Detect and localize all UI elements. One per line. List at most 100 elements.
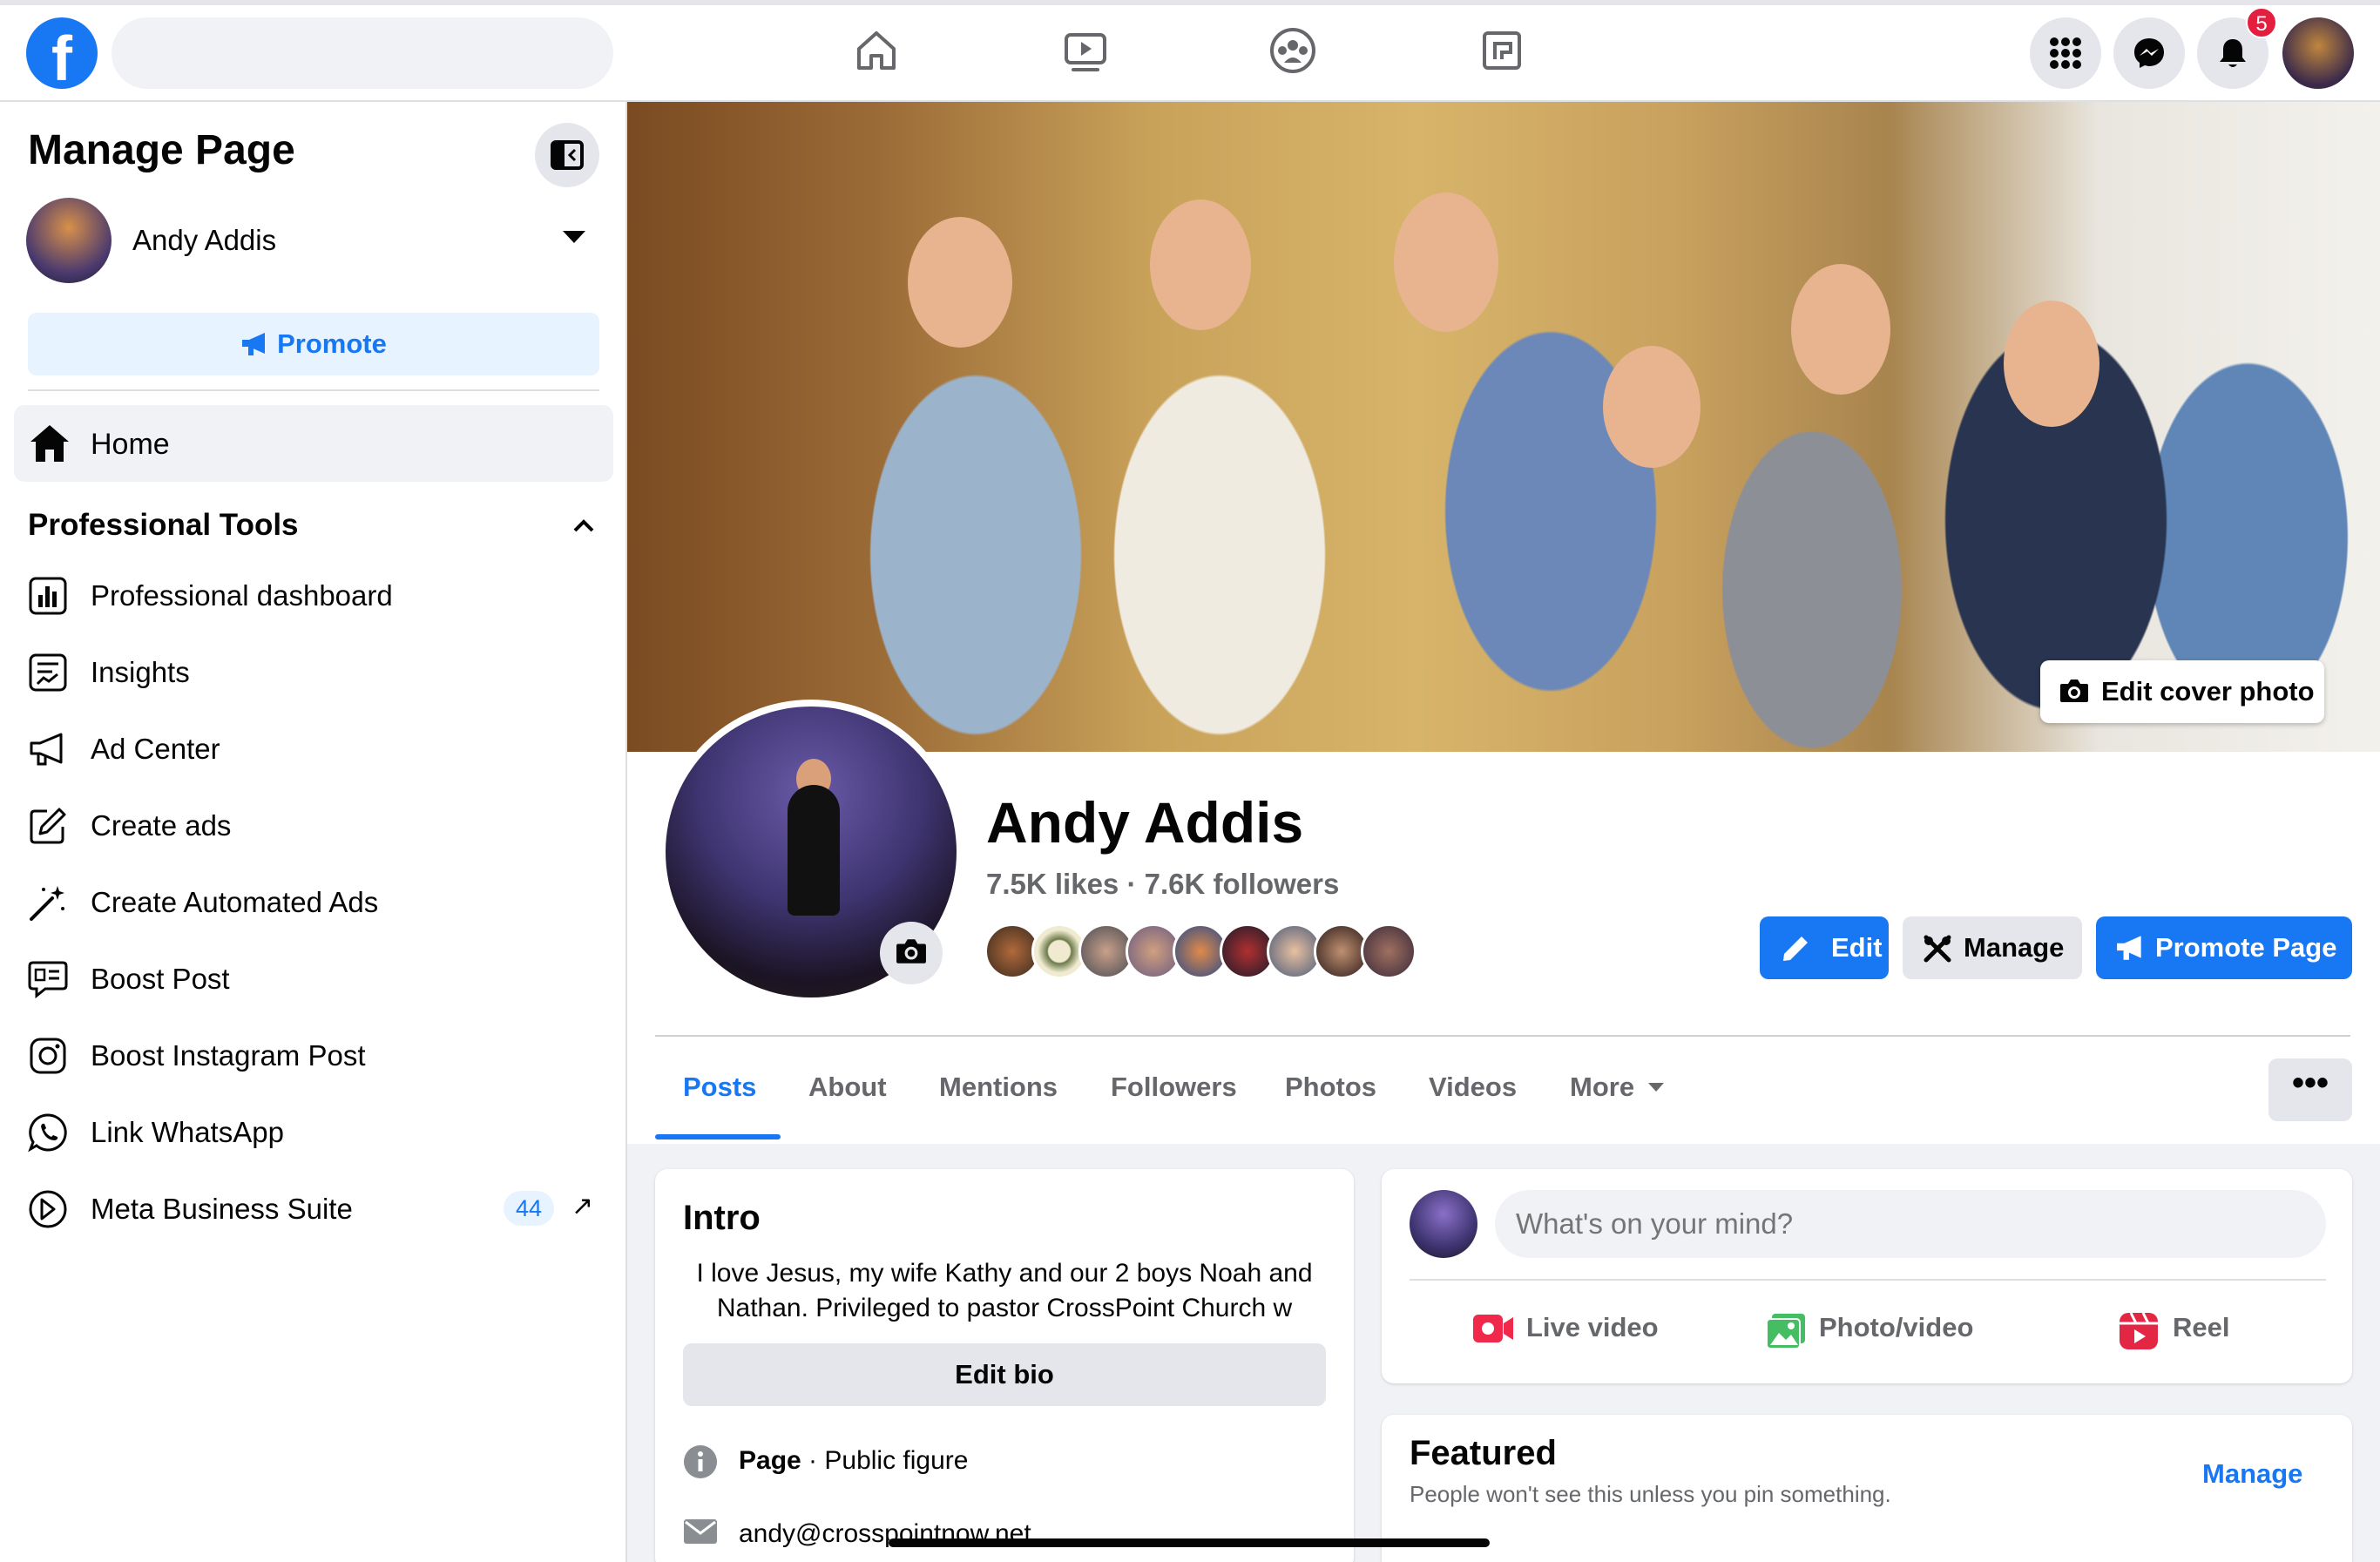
- edit-label: Edit: [1831, 932, 1883, 963]
- menu-button[interactable]: [2030, 17, 2101, 89]
- promote-label: Promote: [277, 328, 387, 359]
- featured-subtitle: People won't see this unless you pin som…: [1410, 1481, 1891, 1507]
- edit-page-button[interactable]: Edit: [1760, 916, 1889, 979]
- follower-avatars[interactable]: [984, 923, 1417, 979]
- cover-person-face: [1394, 193, 1498, 332]
- profile-name: Andy Addis: [986, 790, 1304, 855]
- post-composer: Live video Photo/video Reel: [1382, 1169, 2352, 1383]
- insights-icon: [29, 653, 67, 692]
- sidebar-item-link-whatsapp[interactable]: Link WhatsApp: [28, 1100, 603, 1163]
- boost-post-icon: [28, 961, 68, 999]
- sidebar-item-insights[interactable]: Insights: [28, 640, 603, 703]
- gaming-icon[interactable]: [1476, 24, 1528, 77]
- likes-count[interactable]: 7.5K likes: [986, 868, 1119, 900]
- update-profile-picture-button[interactable]: [880, 922, 943, 984]
- page-type-label: Page: [739, 1446, 801, 1475]
- edit-cover-photo-button[interactable]: Edit cover photo: [2040, 660, 2324, 723]
- featured-card: Featured People won't see this unless yo…: [1382, 1415, 2352, 1562]
- live-video-icon: [1473, 1315, 1513, 1342]
- home-icon[interactable]: [850, 24, 903, 77]
- composer-avatar[interactable]: [1410, 1190, 1477, 1258]
- caret-down-icon: [563, 231, 585, 243]
- page-switcher[interactable]: Andy Addis: [26, 198, 601, 285]
- sidebar-item-meta-business-suite[interactable]: Meta Business Suite 44 ↗: [28, 1177, 603, 1240]
- facebook-logo[interactable]: f: [26, 17, 98, 89]
- sidebar-item-ad-center[interactable]: Ad Center: [28, 717, 603, 780]
- live-video-button[interactable]: Live video: [1472, 1300, 1681, 1356]
- tab-followers[interactable]: Followers: [1111, 1072, 1237, 1103]
- sidebar-item-create-automated-ads[interactable]: Create Automated Ads: [28, 870, 603, 933]
- photo-icon: [1766, 1314, 1805, 1349]
- video-icon[interactable]: [1059, 24, 1112, 77]
- messenger-button[interactable]: [2113, 17, 2185, 89]
- tab-more[interactable]: More: [1570, 1072, 1634, 1103]
- tab-mentions[interactable]: Mentions: [939, 1072, 1058, 1103]
- tab-posts[interactable]: Posts: [683, 1072, 756, 1103]
- sidebar-item-professional-dashboard[interactable]: Professional dashboard: [28, 564, 603, 626]
- whats-on-your-mind-input[interactable]: [1495, 1190, 2326, 1258]
- followers-count[interactable]: 7.6K followers: [1145, 868, 1340, 900]
- reel-label: Reel: [2173, 1312, 2230, 1342]
- manage-page-button[interactable]: Manage: [1903, 916, 2082, 979]
- photo-video-button[interactable]: Photo/video: [1765, 1300, 1991, 1356]
- sidebar-item-create-ads[interactable]: Create ads: [28, 794, 603, 856]
- messenger-icon: [2134, 38, 2164, 68]
- profile-person-body: [788, 785, 840, 916]
- page-switcher-name: Andy Addis: [132, 224, 277, 256]
- cover-person-face: [1150, 199, 1251, 330]
- whatsapp-icon: [28, 1113, 67, 1153]
- intro-title: Intro: [683, 1199, 761, 1237]
- sidebar-item-boost-post[interactable]: Boost Post: [28, 947, 603, 1010]
- groups-icon[interactable]: [1267, 24, 1319, 77]
- featured-manage-link[interactable]: Manage: [2202, 1458, 2302, 1490]
- external-link-icon[interactable]: ↗: [571, 1191, 593, 1221]
- cover-photo: [627, 102, 2380, 752]
- sidebar-divider: [28, 389, 599, 391]
- tools-icon: [1924, 935, 1951, 963]
- more-options-button[interactable]: •••: [2268, 1058, 2352, 1121]
- collapse-sidebar-button[interactable]: [535, 123, 599, 187]
- search-input[interactable]: [112, 17, 613, 89]
- composer-divider: [1410, 1279, 2326, 1281]
- bell-icon: [2220, 39, 2246, 67]
- live-video-label: Live video: [1526, 1312, 1659, 1342]
- tab-about[interactable]: About: [808, 1072, 887, 1103]
- cover-person-face: [1603, 346, 1700, 468]
- sidebar-item-label: Boost Instagram Post: [91, 1039, 366, 1072]
- sidebar-title: Manage Page: [28, 127, 295, 173]
- camera-icon: [2060, 680, 2088, 702]
- megaphone-icon: [242, 333, 266, 355]
- edit-bio-button[interactable]: Edit bio: [683, 1343, 1326, 1406]
- sidebar-toggle-icon: [551, 140, 584, 170]
- manage-page-sidebar: Manage Page Andy Addis Promote Home Prof…: [0, 102, 627, 1562]
- sidebar-item-label: Ad Center: [91, 733, 220, 765]
- professional-tools-heading[interactable]: Professional Tools: [28, 508, 299, 543]
- active-tab-indicator: [655, 1134, 781, 1139]
- sidebar-item-home[interactable]: Home: [14, 405, 613, 482]
- reel-button[interactable]: Reel: [2119, 1300, 2241, 1356]
- sidebar-item-label: Meta Business Suite: [91, 1193, 353, 1225]
- tab-videos[interactable]: Videos: [1429, 1072, 1517, 1103]
- grid-menu-icon: [2050, 37, 2081, 69]
- intro-card: Intro I love Jesus, my wife Kathy and ou…: [655, 1169, 1354, 1562]
- promote-page-label: Promote Page: [2155, 932, 2337, 963]
- sidebar-item-label: Boost Post: [91, 963, 230, 995]
- account-avatar[interactable]: [2282, 17, 2354, 89]
- sidebar-item-label: Professional dashboard: [91, 579, 393, 612]
- instagram-icon: [30, 1038, 66, 1074]
- magic-wand-icon: [30, 886, 64, 921]
- home-indicator-bar[interactable]: [889, 1538, 1490, 1547]
- sidebar-item-label: Create Automated Ads: [91, 886, 379, 918]
- sidebar-item-boost-instagram-post[interactable]: Boost Instagram Post: [28, 1024, 603, 1086]
- email-icon: [684, 1519, 717, 1544]
- chevron-up-icon[interactable]: [571, 517, 596, 534]
- tab-photos[interactable]: Photos: [1285, 1072, 1376, 1103]
- promote-page-button[interactable]: Promote Page: [2096, 916, 2352, 979]
- caret-down-icon[interactable]: [1648, 1083, 1664, 1092]
- follower-avatar: [1361, 923, 1417, 979]
- cover-person-face: [2004, 301, 2099, 427]
- promote-button[interactable]: Promote: [28, 313, 599, 375]
- notification-count-badge: 44: [504, 1191, 555, 1226]
- dashboard-icon: [29, 577, 67, 615]
- pencil-icon: [1783, 937, 1808, 961]
